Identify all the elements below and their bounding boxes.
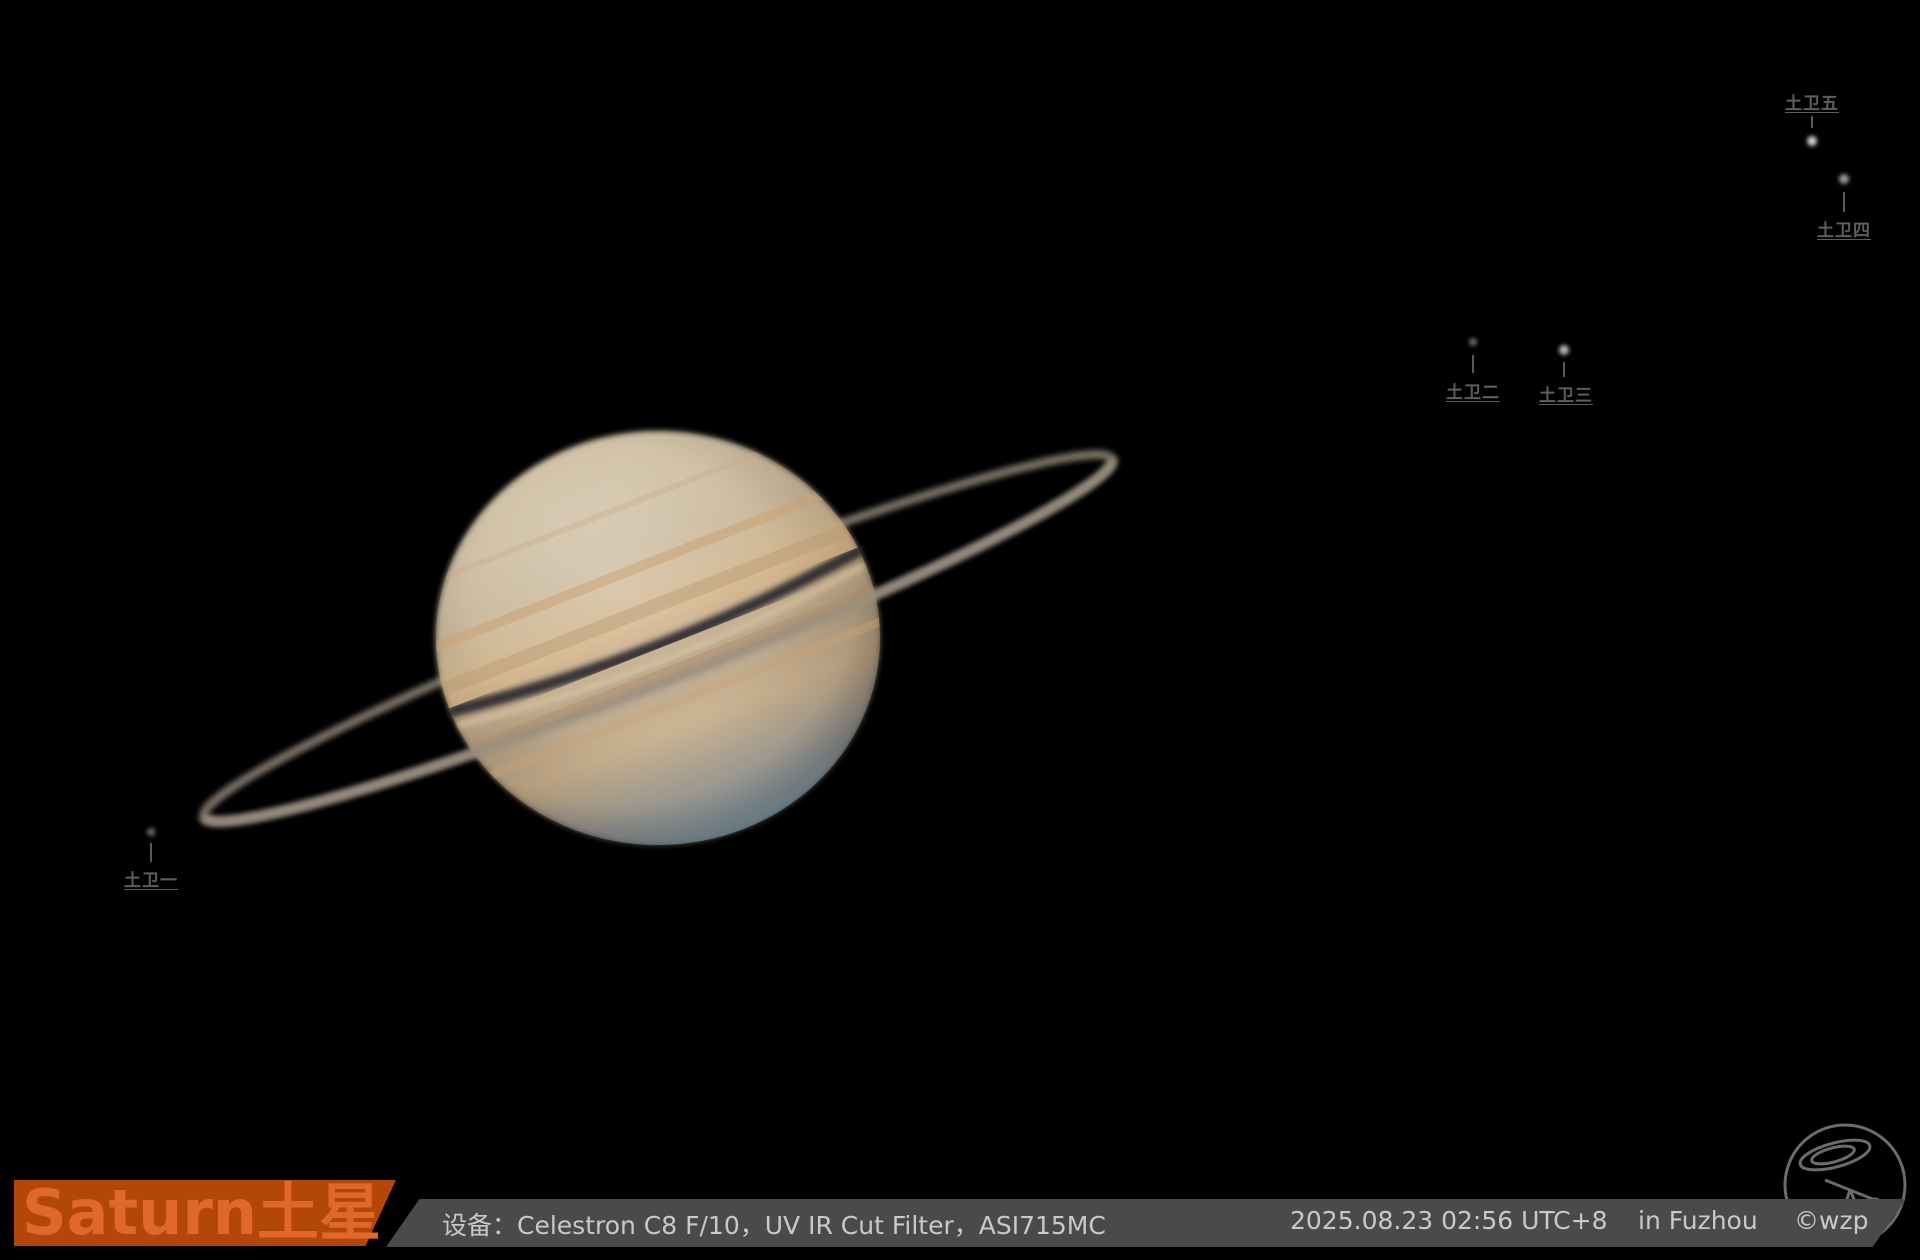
moon-dot-titan: [1839, 174, 1849, 184]
moon-label-tethys: 土卫一: [124, 871, 178, 891]
saturn-photograph: [0, 0, 1920, 1260]
location-text: in Fuzhou: [1638, 1206, 1758, 1235]
copyright-text: ©wzp: [1794, 1206, 1869, 1235]
moon-dot-tethys: [147, 828, 155, 836]
moon-dot-dione: [1469, 338, 1477, 346]
moon-label-rhea: 土卫三: [1539, 386, 1593, 406]
datetime-text: 2025.08.23 02:56 UTC+8: [1290, 1206, 1608, 1235]
moon-dot-rhea: [1559, 345, 1569, 355]
equipment-text: 设备：Celestron C8 F/10，UV IR Cut Filter，AS…: [442, 1211, 1106, 1240]
moon-label-titan: 土卫四: [1817, 221, 1871, 241]
moon-label-dione: 土卫二: [1446, 383, 1500, 403]
moon-label-iapetus: 土卫五: [1785, 94, 1839, 114]
image-title: Saturn土星: [22, 1176, 381, 1249]
moon-dot-iapetus: [1807, 136, 1817, 146]
